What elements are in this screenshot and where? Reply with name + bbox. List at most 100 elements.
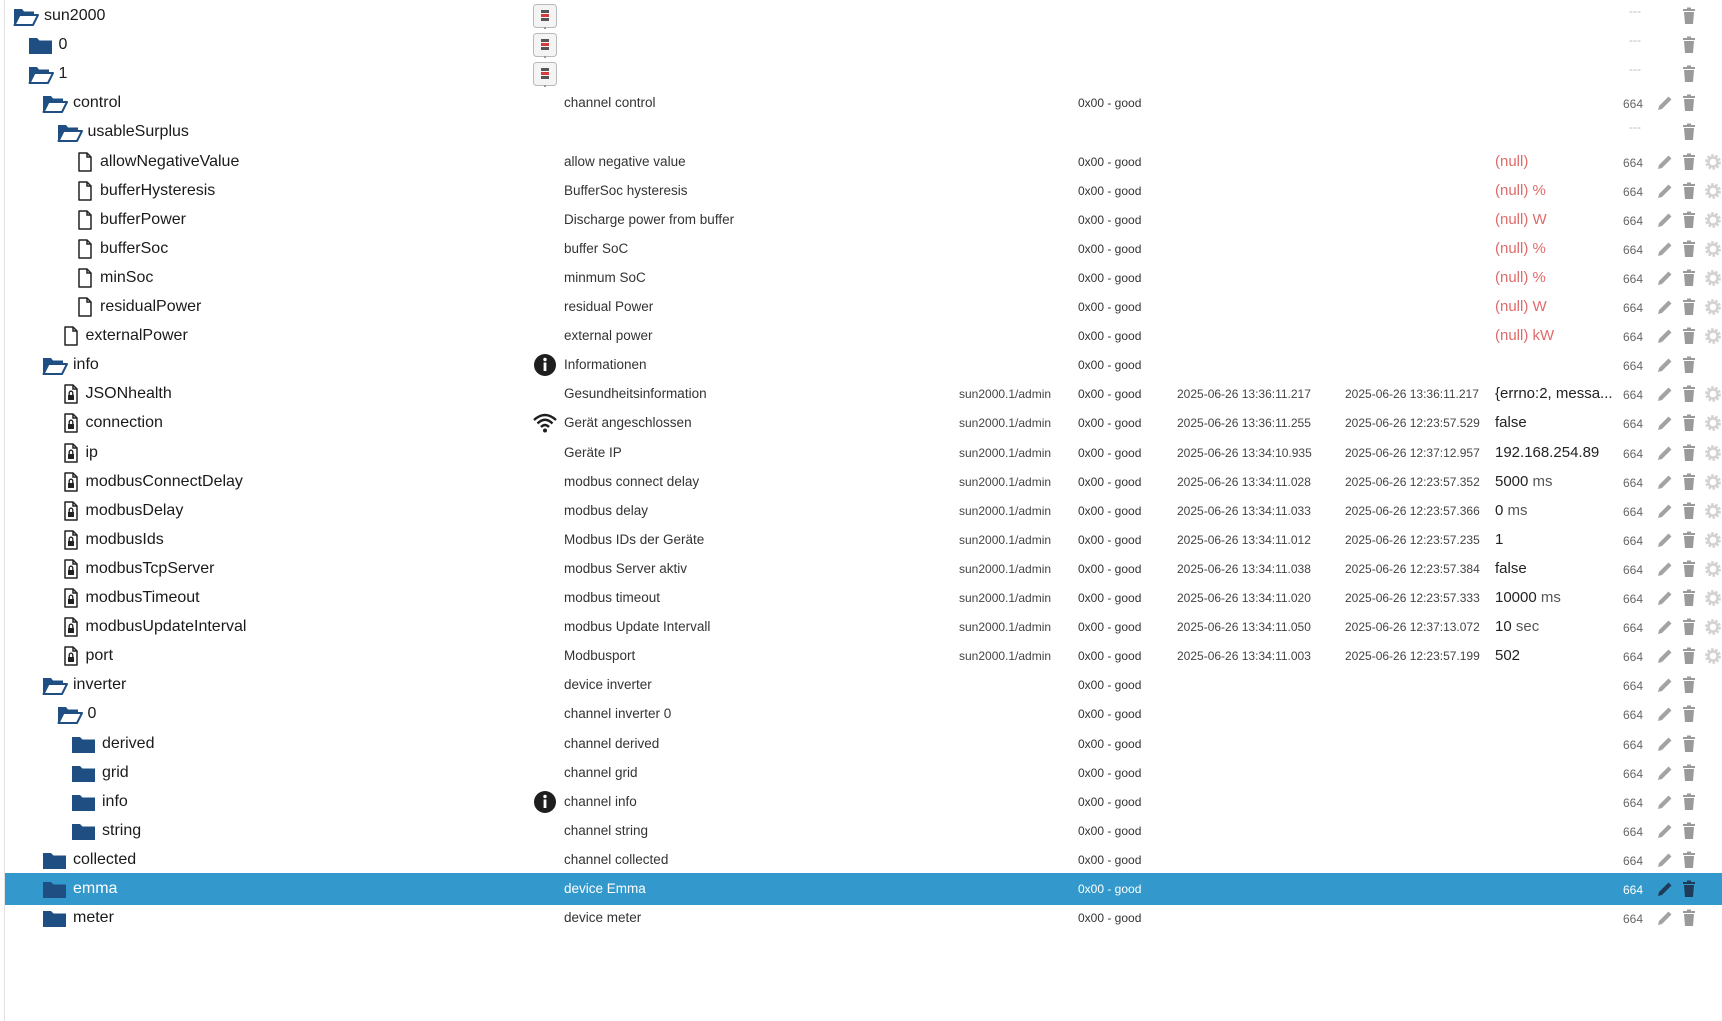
object-name[interactable]: modbusTimeout <box>86 589 200 607</box>
edit-icon[interactable] <box>1656 298 1674 316</box>
object-name[interactable]: externalPower <box>86 327 188 345</box>
object-name[interactable]: meter <box>73 909 114 927</box>
delete-icon[interactable] <box>1680 153 1698 171</box>
delete-icon[interactable] <box>1680 822 1698 840</box>
settings-gear-icon[interactable] <box>1704 473 1722 491</box>
settings-gear-icon[interactable] <box>1704 589 1722 607</box>
delete-icon[interactable] <box>1680 502 1698 520</box>
delete-icon[interactable] <box>1680 36 1698 54</box>
settings-gear-icon[interactable] <box>1704 182 1722 200</box>
tree-row[interactable]: modbusTimeout modbus timeout sun2000.1/adm… <box>5 582 1722 614</box>
file-lock-icon[interactable] <box>57 559 83 579</box>
delete-icon[interactable] <box>1680 735 1698 753</box>
edit-icon[interactable] <box>1656 269 1674 287</box>
folder-icon[interactable] <box>71 763 97 783</box>
folder-icon[interactable] <box>71 792 97 812</box>
delete-icon[interactable] <box>1680 240 1698 258</box>
tree-row[interactable]: info Informationen 0x00 - good 664 <box>5 349 1722 381</box>
edit-icon[interactable] <box>1656 822 1674 840</box>
folder-open-icon[interactable] <box>13 6 39 26</box>
edit-icon[interactable] <box>1656 444 1674 462</box>
delete-icon[interactable] <box>1680 647 1698 665</box>
edit-icon[interactable] <box>1656 94 1674 112</box>
delete-icon[interactable] <box>1680 676 1698 694</box>
tree-row[interactable]: grid channel grid 0x00 - good 664 <box>5 757 1722 789</box>
edit-icon[interactable] <box>1656 240 1674 258</box>
edit-icon[interactable] <box>1656 153 1674 171</box>
settings-gear-icon[interactable] <box>1704 298 1722 316</box>
object-name[interactable]: residualPower <box>100 298 201 316</box>
object-name[interactable]: port <box>86 647 114 665</box>
file-lock-icon[interactable] <box>57 588 83 608</box>
edit-icon[interactable] <box>1656 764 1674 782</box>
object-name[interactable]: grid <box>102 764 129 782</box>
tree-row[interactable]: modbusUpdateInterval modbus Update Interv… <box>5 611 1722 643</box>
state-value[interactable]: (null) W <box>1495 211 1547 228</box>
folder-icon[interactable] <box>42 908 68 928</box>
file-icon[interactable] <box>71 268 97 288</box>
tree-row[interactable]: 0 --- <box>5 29 1722 61</box>
folder-icon[interactable] <box>42 850 68 870</box>
delete-icon[interactable] <box>1680 764 1698 782</box>
settings-gear-icon[interactable] <box>1704 153 1722 171</box>
settings-gear-icon[interactable] <box>1704 560 1722 578</box>
object-name[interactable]: connection <box>86 414 163 432</box>
tree-row[interactable]: modbusDelay modbus delay sun2000.1/admin 0x… <box>5 495 1722 527</box>
tree-row[interactable]: 0 channel inverter 0 0x00 - good 664 <box>5 698 1722 730</box>
object-name[interactable]: JSONhealth <box>86 385 172 403</box>
file-lock-icon[interactable] <box>57 442 83 463</box>
delete-icon[interactable] <box>1680 356 1698 374</box>
tree-row[interactable]: inverter device inverter 0x00 - good 664 <box>5 669 1722 701</box>
folder-open-icon[interactable] <box>57 704 83 725</box>
state-value[interactable]: (null) % <box>1495 240 1546 257</box>
delete-icon[interactable] <box>1680 211 1698 229</box>
edit-icon[interactable] <box>1656 735 1674 753</box>
state-value[interactable]: 5000 ms <box>1495 473 1553 490</box>
delete-icon[interactable] <box>1680 269 1698 287</box>
object-name[interactable]: modbusTcpServer <box>86 560 215 578</box>
delete-icon[interactable] <box>1680 414 1698 432</box>
object-name[interactable]: control <box>73 94 121 112</box>
tree-row[interactable]: control channel control 0x00 - good 664 <box>5 87 1722 119</box>
tree-row[interactable]: externalPower external power 0x00 - good (n… <box>5 320 1722 352</box>
settings-gear-icon[interactable] <box>1704 385 1722 403</box>
settings-gear-icon[interactable] <box>1704 531 1722 549</box>
edit-icon[interactable] <box>1656 676 1674 694</box>
tree-row[interactable]: string channel string 0x00 - good 664 <box>5 815 1722 847</box>
file-icon[interactable] <box>71 239 97 259</box>
edit-icon[interactable] <box>1656 473 1674 491</box>
object-name[interactable]: 0 <box>88 705 97 723</box>
state-value[interactable]: 10 sec <box>1495 618 1539 635</box>
folder-icon[interactable] <box>42 879 68 899</box>
folder-open-icon[interactable] <box>42 675 68 696</box>
file-icon[interactable] <box>71 151 97 172</box>
state-value[interactable]: 192.168.254.89 <box>1495 444 1599 461</box>
settings-gear-icon[interactable] <box>1704 240 1722 258</box>
delete-icon[interactable] <box>1680 880 1698 898</box>
edit-icon[interactable] <box>1656 182 1674 200</box>
tree-row[interactable]: usableSurplus --- <box>5 116 1722 148</box>
edit-icon[interactable] <box>1656 589 1674 607</box>
tree-row[interactable]: port Modbusport sun2000.1/admin 0x00 - good… <box>5 640 1722 672</box>
tree-row[interactable]: JSONhealth Gesundheitsinformation sun2000.… <box>5 378 1722 410</box>
tree-row[interactable]: residualPower residual Power 0x00 - good (n… <box>5 291 1722 323</box>
file-icon[interactable] <box>71 180 97 201</box>
object-name[interactable]: bufferPower <box>100 211 186 229</box>
state-value[interactable]: (null) % <box>1495 182 1546 199</box>
tree-row[interactable]: collected channel collected 0x00 - good 664 <box>5 844 1722 876</box>
tree-row[interactable]: bufferHysteresis BufferSoc hysteresis 0x00… <box>5 175 1722 207</box>
edit-icon[interactable] <box>1656 909 1674 927</box>
delete-icon[interactable] <box>1680 327 1698 345</box>
tree-row[interactable]: allowNegativeValue allow negative value 0x… <box>5 146 1722 178</box>
tree-row[interactable]: modbusConnectDelay modbus connect delay su… <box>5 466 1722 498</box>
tree-row[interactable]: sun2000 --- <box>5 0 1722 32</box>
object-name[interactable]: modbusConnectDelay <box>86 473 243 491</box>
edit-icon[interactable] <box>1656 327 1674 345</box>
object-name[interactable]: inverter <box>73 676 126 694</box>
edit-icon[interactable] <box>1656 531 1674 549</box>
state-value[interactable]: (null) kW <box>1495 327 1554 344</box>
object-name[interactable]: minSoc <box>100 269 153 287</box>
edit-icon[interactable] <box>1656 618 1674 636</box>
edit-icon[interactable] <box>1656 414 1674 432</box>
edit-icon[interactable] <box>1656 502 1674 520</box>
